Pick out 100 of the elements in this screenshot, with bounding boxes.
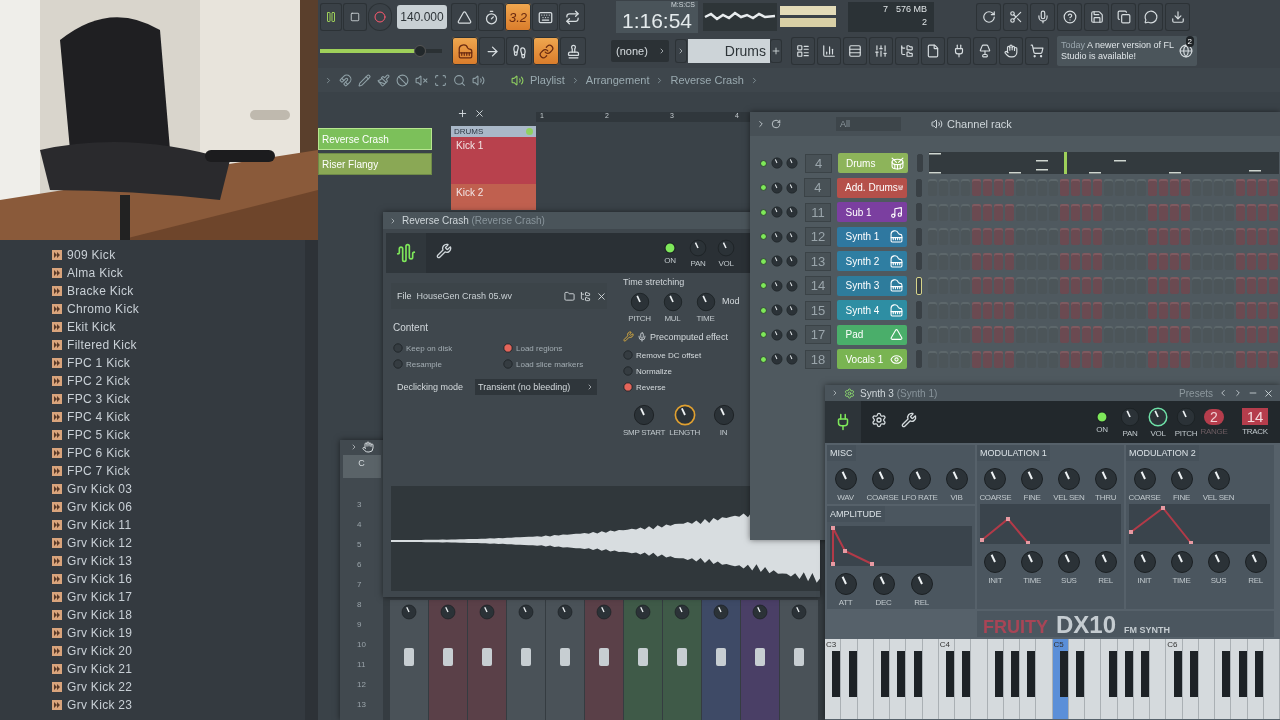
- knob-label: IN: [719, 428, 728, 437]
- browser-item[interactable]: Ekit Kick: [52, 318, 139, 336]
- browser-item[interactable]: FPC 6 Kick: [52, 444, 139, 462]
- snap-dropdown[interactable]: (none): [611, 40, 669, 62]
- insert-number: 5: [357, 540, 363, 551]
- channel-button[interactable]: Sub 1: [837, 202, 907, 223]
- knob-label: REL: [1248, 576, 1263, 585]
- hint-panel[interactable]: Today A newer version of FL Studio is available! 2: [1057, 36, 1197, 66]
- notification-badge: 2: [1185, 36, 1194, 47]
- cpu-reading: 7: [882, 4, 889, 16]
- browser-item[interactable]: Grv Kick 21: [52, 660, 139, 678]
- option-label: Reverse: [636, 382, 666, 392]
- pattern-clip[interactable]: Kick 1: [451, 137, 536, 184]
- browser-item[interactable]: Grv Kick 11: [52, 516, 139, 534]
- knob-label: TIME: [696, 314, 715, 323]
- knob-label: SUS: [1210, 576, 1227, 585]
- browser-item[interactable]: FPC 5 Kick: [52, 426, 139, 444]
- section-title: MODULATION 1: [977, 445, 1050, 461]
- knob-label: VIB: [950, 493, 963, 502]
- option-label: Load slice markers: [516, 359, 584, 369]
- knob-label: INIT: [988, 576, 1003, 585]
- window-title: Reverse Crash (Reverse Crash): [402, 215, 545, 226]
- browser-item[interactable]: 909 Kick: [52, 246, 139, 264]
- browser-item[interactable]: Grv Kick 23: [52, 696, 139, 714]
- section-title: Precomputed effect: [650, 331, 728, 342]
- browser-item[interactable]: Chromo Kick: [52, 300, 139, 318]
- piano-key[interactable]: C3: [825, 639, 842, 719]
- channel-button[interactable]: Synth 3: [837, 275, 907, 296]
- toolbar-button[interactable]: 3.2: [505, 3, 531, 31]
- knob-label: LENGTH: [669, 428, 700, 437]
- browser-item[interactable]: Grv Kick 20: [52, 642, 139, 660]
- declick-dropdown[interactable]: Transient (no bleeding): [475, 379, 598, 395]
- octave-label: C6: [1167, 640, 1178, 649]
- octave-label: C3: [826, 640, 837, 649]
- browser-item[interactable]: Grv Kick 06: [52, 498, 139, 516]
- knob-label: TRACK: [1242, 427, 1268, 436]
- current-insert[interactable]: C: [342, 454, 381, 478]
- tempo-field[interactable]: 140.000: [397, 5, 447, 29]
- knob-label: FINE: [1023, 493, 1041, 502]
- insert-number: 7: [357, 580, 363, 591]
- knob-label: VOL: [1150, 428, 1166, 438]
- filter-dropdown[interactable]: All: [836, 117, 901, 131]
- knob-label: ON: [1096, 424, 1108, 434]
- browser-item[interactable]: Filtered Kick: [52, 336, 139, 354]
- file-name[interactable]: HouseGen Crash 05.wv: [416, 291, 559, 301]
- channel-button[interactable]: Synth 1: [837, 226, 907, 247]
- knob-label: COARSE: [866, 493, 899, 502]
- window-title: Channel rack: [947, 118, 1012, 130]
- knob-label: PAN: [1122, 428, 1138, 438]
- knob-label: SMP START: [623, 428, 666, 437]
- option-label: Remove DC offset: [636, 350, 702, 360]
- pattern-clip[interactable]: Kick 2: [451, 184, 536, 210]
- insert-number: 10: [357, 640, 366, 651]
- memory-reading: 576 MB: [894, 4, 928, 16]
- field-label: Mod: [722, 296, 740, 306]
- browser-item[interactable]: FPC 3 Kick: [52, 390, 139, 408]
- breadcrumb-item[interactable]: Arrangement: [585, 74, 650, 86]
- option-label: Load regions: [516, 343, 563, 353]
- option-label: Normalize: [636, 366, 672, 376]
- pattern-selector[interactable]: Drums: [688, 39, 770, 63]
- track-number[interactable]: 14: [1241, 408, 1269, 425]
- browser-item[interactable]: Grv Kick 22: [52, 678, 139, 696]
- browser-item[interactable]: FPC 2 Kick: [52, 372, 139, 390]
- browser-item[interactable]: FPC 7 Kick: [52, 462, 139, 480]
- browser-item[interactable]: Grv Kick 16: [52, 570, 139, 588]
- section-title: Content: [393, 322, 429, 333]
- piano-key[interactable]: C6: [1166, 639, 1183, 719]
- browser-item[interactable]: Grv Kick 12: [52, 534, 139, 552]
- knob-label: THRU: [1095, 493, 1117, 502]
- browser-item[interactable]: FPC 4 Kick: [52, 408, 139, 426]
- knob-label: PITCH: [628, 314, 651, 323]
- insert-number: 8: [357, 600, 363, 611]
- knob-label: LFO RATE: [901, 493, 938, 502]
- browser-item[interactable]: Grv Kick 17: [52, 588, 139, 606]
- channel-button[interactable]: Synth 2: [837, 251, 907, 272]
- pattern-header[interactable]: DRUMS: [451, 126, 536, 137]
- knob-label: WAV: [837, 493, 854, 502]
- knob-label: REL: [1098, 576, 1113, 585]
- channel-button[interactable]: Synth 4: [837, 300, 907, 321]
- insert-number: 13: [357, 700, 366, 711]
- section-title: Time stretching: [623, 277, 685, 287]
- range-value[interactable]: 2: [1204, 408, 1224, 425]
- breadcrumb-item[interactable]: Reverse Crash: [670, 74, 744, 86]
- browser-item[interactable]: Bracke Kick: [52, 282, 139, 300]
- browser-item[interactable]: Grv Kick 13: [52, 552, 139, 570]
- knob-label: COARSE: [1128, 493, 1161, 502]
- hint-text: Today A newer version of FL Studio is available!: [1061, 40, 1175, 62]
- polyphony-reading: 2: [921, 17, 928, 29]
- channel-button[interactable]: Add. Drums: [837, 177, 908, 198]
- option-label: Resample: [406, 359, 442, 369]
- option-label: Keep on disk: [406, 343, 453, 353]
- browser-item[interactable]: FPC 1 Kick: [52, 354, 139, 372]
- knob-label: PITCH: [1174, 428, 1198, 438]
- browser-item[interactable]: Grv Kick 19: [52, 624, 139, 642]
- browser-item[interactable]: Alma Kick: [52, 264, 139, 282]
- window-title: Synth 3 (Synth 1): [860, 387, 938, 399]
- breadcrumb-item[interactable]: Playlist: [530, 74, 565, 86]
- browser-item[interactable]: Grv Kick 03: [52, 480, 139, 498]
- browser-item[interactable]: Grv Kick 18: [52, 606, 139, 624]
- insert-number: 4: [357, 520, 363, 531]
